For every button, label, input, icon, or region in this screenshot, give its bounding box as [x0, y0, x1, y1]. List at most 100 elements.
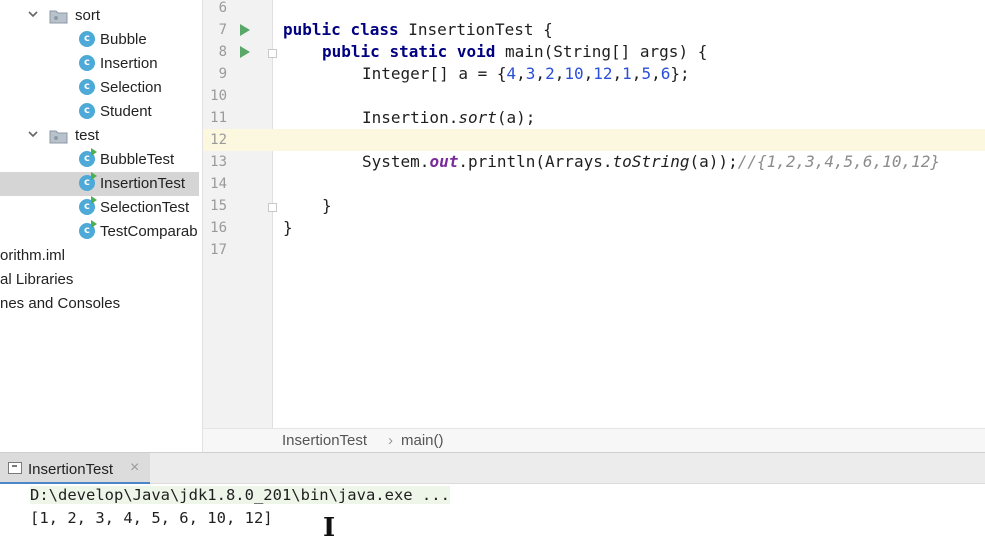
java-class-icon: c: [79, 31, 95, 47]
tree-item-bubble[interactable]: c Bubble: [0, 28, 202, 52]
close-icon[interactable]: ×: [130, 459, 139, 477]
java-class-icon: c: [79, 55, 95, 71]
tree-item-student[interactable]: c Student: [0, 100, 202, 124]
line-number: 6: [218, 0, 227, 16]
tree-label: Selection: [100, 79, 162, 96]
code-line-7: public class InsertionTest {: [283, 20, 553, 39]
code-text: InsertionTest {: [408, 20, 553, 39]
line-number: 14: [210, 176, 227, 192]
code-text: .println(Arrays.: [458, 152, 613, 171]
code-line-13: System.out.println(Arrays.toString(a));/…: [362, 152, 940, 171]
package-folder-icon: [49, 10, 68, 24]
code-line-15: }: [322, 196, 332, 215]
code-static-call: sort: [458, 108, 497, 127]
run-marker-icon: [91, 220, 97, 228]
code-number: 3: [525, 64, 536, 83]
tree-label: nes and Consoles: [0, 295, 121, 312]
tree-label: BubbleTest: [100, 151, 175, 168]
fold-marker-icon[interactable]: [268, 203, 277, 212]
tree-label: InsertionTest: [100, 175, 186, 192]
line-number: 16: [210, 220, 227, 236]
code-keyword: public: [322, 42, 380, 61]
runnable-class-icon: c: [79, 172, 97, 191]
line-number: 11: [210, 110, 227, 126]
code-static-call: toString: [612, 152, 690, 171]
tree-item-external-libraries[interactable]: al Libraries: [0, 268, 202, 292]
code-number: 1: [622, 64, 632, 83]
code-text: main(String[] args) {: [505, 42, 708, 61]
console-command-line: D:\develop\Java\jdk1.8.0_201\bin\java.ex…: [30, 486, 450, 504]
code-keyword: public: [283, 20, 341, 39]
breadcrumb: InsertionTest › main(): [203, 428, 985, 452]
tree-label: sort: [75, 7, 101, 24]
code-number: 12: [593, 64, 613, 83]
tree-label: Insertion: [100, 55, 158, 72]
code-text: System.: [362, 152, 430, 171]
code-line-9: Integer[] a = {4,3,2,10,12,1,5,6};: [362, 64, 690, 83]
code-text: Insertion.: [362, 108, 459, 127]
tree-item-insertion[interactable]: c Insertion: [0, 52, 202, 76]
breadcrumb-class[interactable]: InsertionTest: [282, 432, 367, 449]
tree-item-selection[interactable]: c Selection: [0, 76, 202, 100]
console-output-line: [1, 2, 3, 4, 5, 6, 10, 12]: [30, 509, 273, 527]
text-cursor-icon: I: [323, 513, 336, 540]
line-number: 8: [218, 44, 227, 60]
code-line-8: public static void main(String[] args) {: [322, 42, 707, 61]
current-line-highlight: [203, 129, 985, 151]
tree-label: orithm.iml: [0, 247, 66, 264]
tree-label: Bubble: [100, 31, 147, 48]
line-number: 7: [218, 22, 227, 38]
class-letter: c: [84, 201, 90, 212]
tree-label: Student: [100, 103, 152, 120]
run-tool-window-header: InsertionTest ×: [0, 452, 985, 484]
run-marker-icon: [91, 196, 97, 204]
run-tab-label: InsertionTest: [28, 461, 114, 478]
runnable-class-icon: c: [79, 220, 97, 239]
chevron-down-icon[interactable]: [26, 127, 40, 141]
tree-item-scratches-consoles[interactable]: nes and Consoles: [0, 292, 202, 316]
tree-label: al Libraries: [0, 271, 74, 288]
tree-item-bubbletest[interactable]: c BubbleTest: [0, 148, 202, 172]
class-letter: c: [84, 225, 90, 236]
tree-item-testcomparable[interactable]: c TestComparab: [0, 220, 202, 244]
code-keyword: void: [456, 42, 496, 61]
breadcrumb-separator: ›: [388, 432, 393, 449]
tree-item-selectiontest[interactable]: c SelectionTest: [0, 196, 202, 220]
editor-gutter[interactable]: [203, 0, 273, 428]
java-class-icon: c: [79, 79, 95, 95]
code-text: (a);: [496, 108, 536, 127]
tree-item-iml-file[interactable]: orithm.iml: [0, 244, 202, 268]
console-icon: [8, 462, 22, 474]
package-folder-icon: [49, 130, 68, 144]
java-class-icon: c: [79, 103, 95, 119]
code-static-field: out: [429, 152, 459, 171]
fold-marker-icon[interactable]: [268, 49, 277, 58]
line-number: 10: [210, 88, 227, 104]
run-marker-icon: [91, 172, 97, 180]
run-class-gutter-icon[interactable]: [240, 24, 250, 36]
run-tab-insertiontest[interactable]: InsertionTest ×: [0, 453, 150, 484]
code-number: 6: [660, 64, 671, 83]
code-number: 4: [506, 64, 517, 83]
runnable-class-icon: c: [79, 196, 97, 215]
tree-folder-test[interactable]: test: [0, 124, 202, 148]
code-keyword: static: [389, 42, 448, 61]
code-line-11: Insertion.sort(a);: [362, 108, 535, 127]
line-number: 13: [210, 154, 227, 170]
runnable-class-icon: c: [79, 148, 97, 167]
code-text: Integer[] a = {: [362, 64, 507, 83]
code-number: 5: [641, 64, 652, 83]
run-marker-icon: [91, 148, 97, 156]
line-number: 9: [218, 66, 227, 82]
tree-label: TestComparab: [100, 223, 198, 240]
run-console[interactable]: D:\develop\Java\jdk1.8.0_201\bin\java.ex…: [0, 484, 985, 540]
run-method-gutter-icon[interactable]: [240, 46, 250, 58]
code-line-16: }: [283, 218, 293, 237]
tree-item-insertiontest[interactable]: c InsertionTest: [0, 172, 199, 196]
code-number: 10: [564, 64, 584, 83]
chevron-down-icon[interactable]: [26, 7, 40, 21]
code-number: 2: [545, 64, 555, 83]
line-number: 17: [210, 242, 227, 258]
breadcrumb-method[interactable]: main(): [401, 432, 444, 449]
tree-folder-sort[interactable]: sort: [0, 4, 202, 28]
